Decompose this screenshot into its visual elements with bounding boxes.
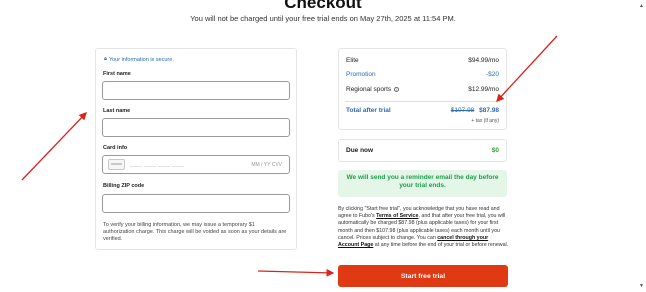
trial-subtitle: You will not be charged until your free … (190, 14, 456, 23)
card-expiry-cvv-placeholder: MM / YY CVV (251, 162, 282, 168)
credit-card-icon (108, 159, 125, 170)
card-info-field[interactable]: ____ ____ ____ ____ MM / YY CVV (102, 155, 290, 174)
terms-of-service-link[interactable]: Terms of Service (376, 213, 418, 219)
legal-part-3: at any time before the end of your trial… (373, 242, 509, 249)
summary-divider (345, 101, 500, 102)
total-old-price: $107.98 (450, 107, 475, 114)
scroll-down-icon[interactable]: ▼ (639, 283, 644, 289)
first-name-label: First name (103, 71, 131, 77)
last-name-label: Last name (103, 108, 131, 114)
legal-text: By clicking "Start free trial", you ackn… (338, 206, 509, 249)
summary-item-label: Regional sports (346, 86, 392, 93)
card-number-placeholder: ____ ____ ____ ____ (130, 162, 185, 168)
summary-item-value: $94.99/mo (468, 57, 499, 64)
page-title: Checkout (284, 0, 362, 12)
due-now-card: Due now $0 (338, 139, 507, 162)
lock-icon: 🔒︎ (104, 56, 107, 62)
last-name-field[interactable] (102, 118, 290, 137)
total-after-trial-row: Total after trial $107.98 $87.98 (346, 107, 499, 114)
order-summary-card: Elite $94.99/mo Promotion -$20 Regional … (338, 48, 507, 130)
tax-note: + tax (if any) (471, 118, 499, 124)
billing-zip-field[interactable] (102, 194, 290, 213)
start-free-trial-button[interactable]: Start free trial (338, 265, 508, 287)
reminder-banner: We will send you a reminder email the da… (338, 170, 507, 197)
scroll-up-icon[interactable]: ▲ (639, 3, 644, 9)
summary-row-promotion: Promotion -$20 (346, 71, 499, 78)
summary-row-elite: Elite $94.99/mo (346, 57, 499, 64)
summary-item-value: $12.99/mo (468, 86, 499, 93)
first-name-field[interactable] (102, 81, 290, 100)
summary-row-regional-sports: Regional sports i $12.99/mo (346, 86, 499, 93)
total-new-price: $87.98 (479, 107, 499, 114)
due-now-label: Due now (346, 147, 374, 154)
secure-label: Your information is secure. (108, 56, 174, 63)
scrollbar[interactable]: ▲ ▼ (638, 0, 646, 292)
annotation-arrow-left (21, 112, 87, 181)
secure-notice: 🔒︎ Your information is secure. (104, 56, 174, 63)
due-now-amount: $0 (491, 147, 499, 154)
summary-item-label: Elite (346, 57, 359, 64)
verify-note: To verify your billing information, we m… (103, 222, 287, 242)
billing-zip-label: Billing ZIP code (103, 183, 145, 189)
card-info-label: Card info (103, 145, 128, 151)
billing-info-card: 🔒︎ Your information is secure. First nam… (95, 48, 297, 250)
summary-item-label: Promotion (346, 71, 376, 78)
summary-item-value: -$20 (485, 71, 499, 78)
annotation-arrow-bottom (257, 268, 335, 277)
info-icon[interactable]: i (393, 86, 399, 92)
total-label: Total after trial (346, 107, 391, 114)
